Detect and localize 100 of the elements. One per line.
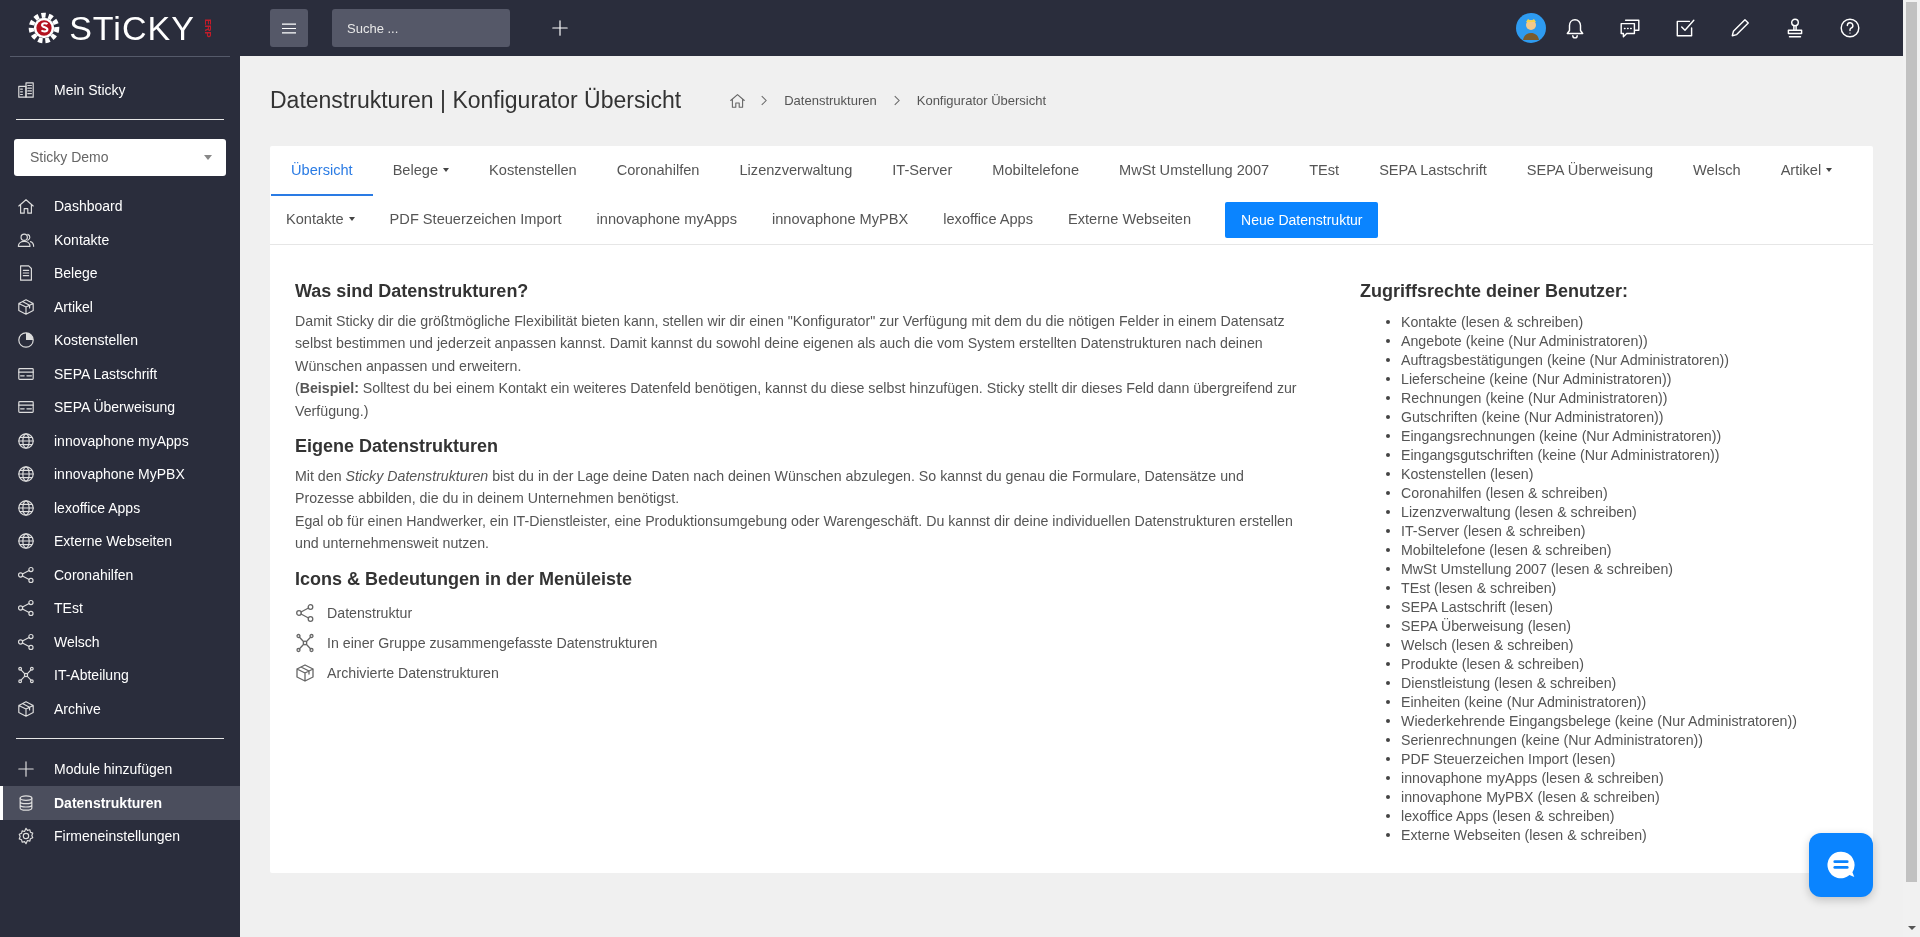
- new-datastructure-button[interactable]: Neue Datenstruktur: [1225, 202, 1379, 238]
- bullet: [1386, 813, 1390, 818]
- section-heading: Zugriffsrechte deiner Benutzer:: [1360, 281, 1630, 302]
- avatar[interactable]: [1516, 13, 1546, 43]
- sidebar-item[interactable]: lexoffice Apps: [0, 491, 240, 525]
- scroll-down-arrow-icon[interactable]: [1906, 925, 1917, 931]
- database-icon: [17, 793, 35, 812]
- breadcrumb-link[interactable]: Datenstrukturen: [784, 92, 877, 108]
- tab[interactable]: Übersicht: [271, 146, 373, 196]
- tab[interactable]: Kontakte: [271, 196, 375, 244]
- paragraph: Mit den Sticky Datenstrukturen bist du in der Lage deine Daten nach deinen Wünschen abzulegen. So kannst du genau die Formulare, Datensätze und Prozesse abbilden, die du in deinem Unternehmen benötigst.: [295, 467, 1245, 509]
- sidebar-item[interactable]: innovaphone myApps: [0, 424, 240, 458]
- globe-icon: [17, 498, 35, 517]
- bullet: [1386, 490, 1390, 495]
- tab[interactable]: IT-Server: [872, 146, 973, 196]
- share-icon: [17, 565, 35, 584]
- bullet: [1386, 357, 1390, 362]
- sidebar-item[interactable]: Archive: [0, 692, 240, 726]
- logo-suffix: ERP: [202, 18, 213, 38]
- tab[interactable]: Coronahilfen: [596, 146, 720, 196]
- sidebar-item[interactable]: Artikel: [0, 290, 240, 324]
- sidebar-item[interactable]: SEPA Lastschrift: [0, 357, 240, 391]
- bullet: [1386, 756, 1390, 761]
- pencil-icon[interactable]: [1729, 17, 1751, 39]
- box-icon: [295, 662, 315, 683]
- list-item: Mobiltelefone (lesen & schreiben): [1401, 541, 1612, 558]
- list-item: Einheiten (keine (Nur Administratoren)): [1401, 693, 1647, 710]
- list-item: lexoffice Apps (lesen & schreiben): [1401, 807, 1615, 824]
- list-item: Angebote (keine (Nur Administratoren)): [1401, 332, 1648, 349]
- list-item: Eingangsrechnungen (keine (Nur Administratoren)): [1401, 427, 1722, 444]
- chat-icon[interactable]: [1619, 17, 1641, 39]
- sidebar-item[interactable]: Module hinzufügen: [0, 752, 240, 786]
- sidebar-item[interactable]: Mein Sticky: [0, 73, 240, 107]
- box-icon: [17, 699, 35, 718]
- list-item: Welsch (lesen & schreiben): [1401, 636, 1574, 653]
- bullet: [1386, 395, 1390, 400]
- sidebar-item[interactable]: Firmeneinstellungen: [0, 819, 240, 853]
- share-icon: [295, 602, 315, 623]
- section-heading: Icons & Bedeutungen in der Menüleiste: [295, 568, 634, 590]
- legend-label: In einer Gruppe zusammengefasste Datenstrukturen: [327, 634, 658, 651]
- chevron-right-icon: [892, 94, 900, 106]
- list-item: Gutschriften (keine (Nur Administratoren)): [1401, 408, 1664, 425]
- tab[interactable]: Artikel: [1760, 146, 1853, 196]
- bullet: [1386, 718, 1390, 723]
- tab[interactable]: Belege: [372, 146, 470, 196]
- list-item: Kontakte (lesen & schreiben): [1401, 313, 1584, 330]
- tab[interactable]: Externe Webseiten: [1053, 196, 1212, 244]
- breadcrumb-link[interactable]: Konfigurator Übersicht: [916, 92, 1047, 108]
- page-title: Datenstrukturen | Konfigurator Übersicht: [270, 86, 682, 114]
- search-field[interactable]: Suche ...: [332, 9, 510, 47]
- list-item: innovaphone myApps (lesen & schreiben): [1401, 769, 1664, 786]
- chat-button[interactable]: [1809, 833, 1873, 897]
- sidebar-item[interactable]: Kostenstellen: [0, 323, 240, 357]
- sidebar-item[interactable]: IT-Abteilung: [0, 658, 240, 692]
- sidebar-item[interactable]: Datenstrukturen: [0, 786, 240, 820]
- tab[interactable]: innovaphone MyPBX: [756, 196, 929, 244]
- sidebar-item[interactable]: Dashboard: [0, 189, 240, 223]
- list-item: innovaphone MyPBX (lesen & schreiben): [1401, 788, 1660, 805]
- bullet: [1386, 528, 1390, 533]
- menu-button[interactable]: [270, 9, 308, 47]
- paragraph: Egal ob für einen Handwerker, ein IT-Dienstleister, eine Produktionsumgebung oder Warengeschäft. Du kannst dir deine individuellen Datenstrukturen erstellen und unternehmensweit nutzen.: [295, 511, 1294, 554]
- scrollbar-thumb[interactable]: [1906, 2, 1917, 882]
- bullet: [1386, 623, 1390, 628]
- sidebar-item[interactable]: SEPA Überweisung: [0, 390, 240, 424]
- sidebar-item[interactable]: Kontakte: [0, 223, 240, 257]
- sidebar-item[interactable]: innovaphone MyPBX: [0, 457, 240, 491]
- tab[interactable]: TEst: [1289, 146, 1360, 196]
- tab[interactable]: Welsch: [1673, 146, 1761, 196]
- legend-label: Archivierte Datenstrukturen: [327, 664, 499, 681]
- share-icon: [17, 632, 35, 651]
- help-icon[interactable]: [1839, 17, 1861, 39]
- bell-icon[interactable]: [1564, 17, 1586, 39]
- sidebar-item[interactable]: Welsch: [0, 625, 240, 659]
- share-icon: [17, 599, 35, 618]
- sidebar-item[interactable]: Externe Webseiten: [0, 524, 240, 558]
- globe-icon: [17, 465, 35, 484]
- tab[interactable]: MwSt Umstellung 2007: [1099, 146, 1290, 196]
- checkbox-icon[interactable]: [1674, 17, 1696, 39]
- list-item: Eingangsgutschriften (keine (Nur Administratoren)): [1401, 446, 1720, 463]
- tab[interactable]: SEPA Lastschrift: [1359, 146, 1507, 196]
- sidebar-item[interactable]: TEst: [0, 591, 240, 625]
- bullet: [1386, 604, 1390, 609]
- bullet: [1386, 661, 1390, 666]
- bullet: [1386, 566, 1390, 571]
- list-item: Coronahilfen (lesen & schreiben): [1401, 484, 1608, 501]
- tab[interactable]: Lizenzverwaltung: [719, 146, 873, 196]
- box-icon: [17, 297, 35, 316]
- sidebar-item[interactable]: Belege: [0, 256, 240, 290]
- tab[interactable]: lexoffice Apps: [928, 196, 1054, 244]
- tab[interactable]: Kostenstellen: [469, 146, 597, 196]
- building-icon: [17, 80, 35, 99]
- sidebar-item[interactable]: Coronahilfen: [0, 558, 240, 592]
- tab[interactable]: innovaphone myApps: [581, 196, 757, 244]
- bullet: [1386, 642, 1390, 647]
- tab[interactable]: PDF Steuerzeichen Import: [374, 196, 582, 244]
- tab[interactable]: SEPA Überweisung: [1506, 146, 1674, 196]
- plus-icon[interactable]: [551, 19, 569, 37]
- home-icon[interactable]: [729, 91, 747, 109]
- company-dropdown[interactable]: Sticky Demo: [14, 138, 226, 176]
- tab[interactable]: Mobiltelefone: [972, 146, 1100, 196]
